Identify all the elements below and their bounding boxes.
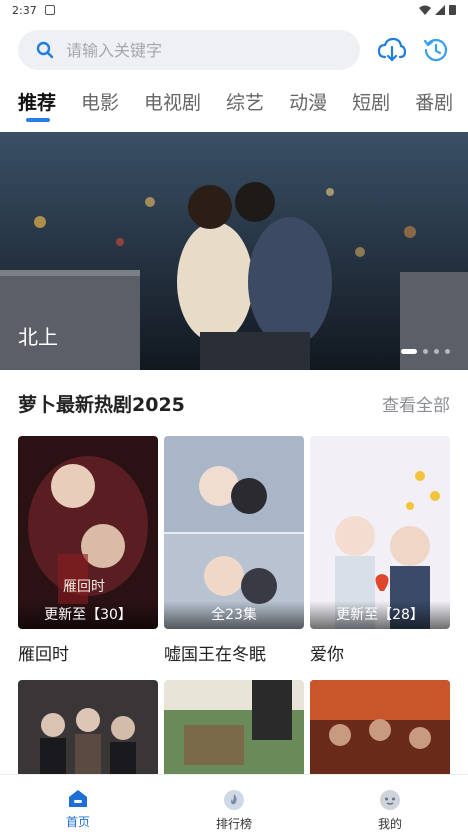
tab-variety[interactable]: 综艺 (226, 88, 264, 122)
drama-poster[interactable] (18, 680, 158, 776)
drama-title: 爱你 (310, 645, 344, 665)
nav-label: 首页 (65, 815, 90, 829)
drama-poster[interactable]: 更新至【28】 (310, 436, 450, 629)
bottom-navigation: 首页 排行榜 我的 (0, 774, 468, 832)
tab-recommend[interactable]: 推荐 (18, 88, 56, 122)
nav-ranking[interactable]: 排行榜 (156, 775, 312, 832)
drama-card[interactable]: 更新至【28】 爱你 (310, 436, 450, 665)
tab-label: 短剧 (352, 92, 391, 114)
search-row (18, 30, 458, 70)
cloud-download-button[interactable] (376, 34, 408, 66)
profile-icon (380, 790, 400, 810)
nav-label: 排行榜 (215, 817, 252, 831)
battery-icon (449, 5, 456, 15)
status-time: 2:37 (12, 3, 37, 17)
cloud-download-icon (377, 37, 407, 62)
poster-image (164, 680, 304, 776)
drama-poster[interactable]: 雁回时 更新至【30】 (18, 436, 158, 629)
active-tab-indicator (26, 118, 50, 122)
history-button[interactable] (420, 34, 452, 66)
carousel-indicator (401, 349, 450, 354)
drama-poster[interactable] (164, 680, 304, 776)
poster-image (18, 680, 158, 776)
section-title: 萝卜最新热剧2025 (18, 393, 185, 416)
ranking-icon (224, 790, 244, 810)
home-icon (69, 790, 87, 807)
status-bar: 2:37 (0, 0, 468, 20)
drama-poster[interactable]: 全23集 (164, 436, 304, 629)
poster-logo: 雁回时 (63, 579, 105, 595)
search-input[interactable] (66, 40, 326, 60)
tab-bangumi[interactable]: 番剧 (415, 88, 453, 122)
carousel-dot[interactable] (445, 349, 450, 354)
see-all-link[interactable]: 查看全部 (382, 391, 450, 416)
tab-label: 电视剧 (144, 92, 202, 114)
status-icons (419, 4, 456, 15)
tab-short-drama[interactable]: 短剧 (352, 88, 390, 122)
category-tabs: 推荐 电影 电视剧 综艺 动漫 短剧 番剧 (0, 88, 468, 124)
carousel-dot[interactable] (401, 349, 417, 354)
tab-label: 动漫 (289, 92, 328, 114)
drama-grid-row-2 (18, 680, 450, 776)
search-bar[interactable] (18, 30, 360, 70)
nav-label: 我的 (377, 817, 402, 831)
carousel-dot[interactable] (434, 349, 439, 354)
tab-label: 综艺 (226, 92, 265, 114)
tab-label: 番剧 (415, 92, 454, 114)
nav-home[interactable]: 首页 (0, 775, 156, 832)
tab-tv[interactable]: 电视剧 (144, 88, 201, 122)
drama-title: 雁回时 (18, 645, 69, 665)
search-icon (36, 41, 54, 59)
poster-image (310, 680, 450, 776)
drama-card[interactable]: 雁回时 更新至【30】 雁回时 (18, 436, 158, 665)
banner-title: 北上 (18, 325, 58, 349)
signal-icon (435, 4, 445, 15)
drama-poster[interactable] (310, 680, 450, 776)
banner-carousel[interactable]: 北上 (0, 132, 468, 370)
banner-image (0, 132, 468, 370)
section-header: 萝卜最新热剧2025 查看全部 (18, 388, 450, 418)
tab-movie[interactable]: 电影 (81, 88, 119, 122)
tab-anime[interactable]: 动漫 (289, 88, 327, 122)
drama-card[interactable]: 全23集 嘘国王在冬眠 (164, 436, 304, 665)
nav-mine[interactable]: 我的 (312, 775, 468, 832)
notification-icon (44, 5, 55, 15)
episode-badge: 更新至【30】 (18, 601, 158, 629)
drama-title: 嘘国王在冬眠 (164, 645, 266, 665)
tab-label: 推荐 (18, 92, 57, 114)
episode-badge: 全23集 (164, 601, 304, 629)
tab-label: 电影 (81, 92, 120, 114)
wifi-icon (419, 5, 431, 15)
history-icon (423, 38, 448, 62)
carousel-dot[interactable] (423, 349, 428, 354)
episode-badge: 更新至【28】 (310, 601, 450, 629)
